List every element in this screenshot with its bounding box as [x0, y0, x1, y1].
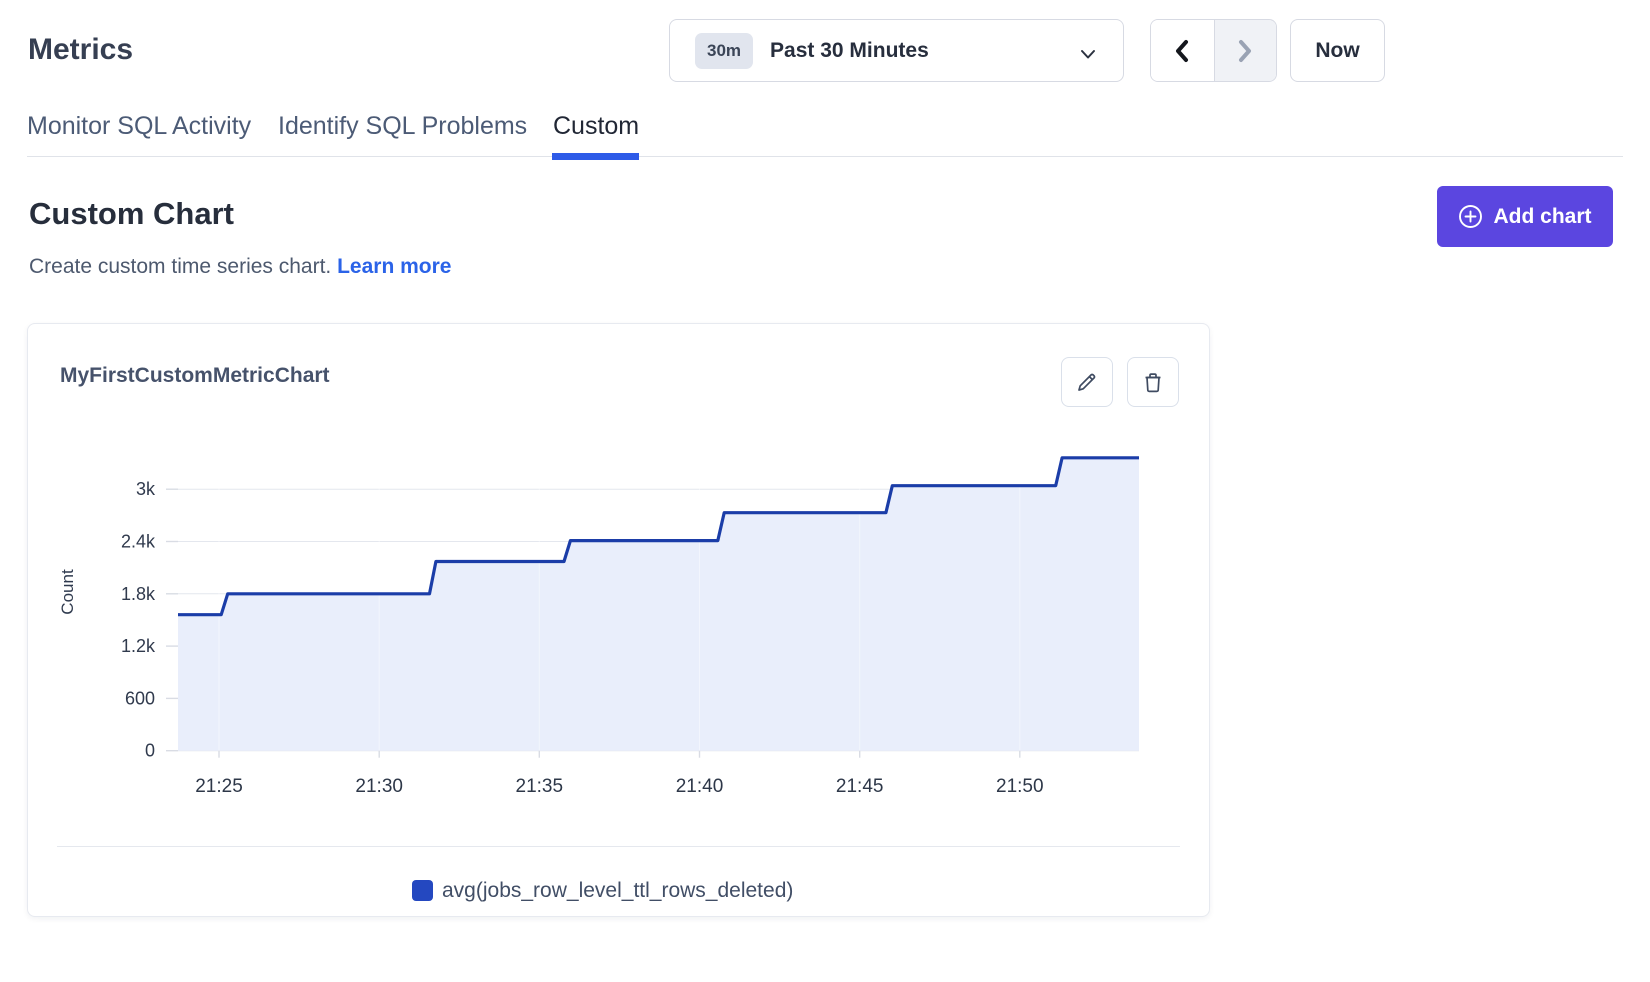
edit-chart-button[interactable]: [1061, 357, 1113, 407]
svg-text:600: 600: [125, 688, 155, 708]
tab-custom[interactable]: Custom: [553, 112, 639, 141]
chart-card-title: MyFirstCustomMetricChart: [60, 364, 330, 388]
time-range-label: Past 30 Minutes: [770, 39, 929, 63]
svg-text:2.4k: 2.4k: [121, 532, 156, 552]
svg-text:1.8k: 1.8k: [121, 584, 156, 604]
time-range-selector[interactable]: 30m Past 30 Minutes: [669, 19, 1124, 82]
svg-text:1.2k: 1.2k: [121, 636, 156, 656]
legend-divider: [57, 846, 1180, 847]
svg-text:21:50: 21:50: [996, 776, 1044, 797]
page-title: Metrics: [28, 33, 133, 67]
svg-text:21:30: 21:30: [355, 776, 403, 797]
svg-text:21:35: 21:35: [516, 776, 564, 797]
plus-circle-icon: [1458, 204, 1483, 229]
legend-label: avg(jobs_row_level_ttl_rows_deleted): [442, 879, 793, 902]
tab-identify-sql-problems[interactable]: Identify SQL Problems: [278, 112, 527, 141]
svg-text:21:40: 21:40: [676, 776, 724, 797]
tabs-divider: [27, 156, 1623, 157]
now-button[interactable]: Now: [1290, 19, 1385, 82]
svg-text:21:45: 21:45: [836, 776, 884, 797]
chevron-right-icon: [1235, 38, 1255, 64]
legend-swatch: [412, 880, 433, 901]
next-time-button[interactable]: [1214, 20, 1277, 81]
add-chart-button[interactable]: Add chart: [1437, 186, 1613, 247]
time-nav-arrows: [1150, 19, 1277, 82]
svg-text:Count: Count: [58, 569, 77, 615]
chevron-down-icon: [1080, 47, 1096, 65]
svg-text:0: 0: [145, 741, 155, 761]
prev-time-button[interactable]: [1151, 20, 1214, 81]
pencil-icon: [1076, 371, 1098, 393]
chevron-left-icon: [1172, 38, 1192, 64]
delete-chart-button[interactable]: [1127, 357, 1179, 407]
section-description: Create custom time series chart. Learn m…: [29, 255, 451, 279]
trash-icon: [1142, 371, 1164, 393]
svg-text:21:25: 21:25: [195, 776, 243, 797]
active-tab-underline: [552, 153, 639, 160]
tab-monitor-sql-activity[interactable]: Monitor SQL Activity: [27, 112, 251, 141]
section-title: Custom Chart: [29, 196, 234, 232]
svg-text:3k: 3k: [136, 479, 156, 499]
learn-more-link[interactable]: Learn more: [337, 255, 451, 278]
metrics-page: Metrics 30m Past 30 Minutes Now Monitor …: [0, 0, 1650, 982]
time-range-badge: 30m: [695, 33, 753, 69]
custom-metric-chart: 0 600 1.2k 1.8k 2.4k 3k 21:25 21:30 21:35 21:40 21…: [40, 415, 1155, 805]
